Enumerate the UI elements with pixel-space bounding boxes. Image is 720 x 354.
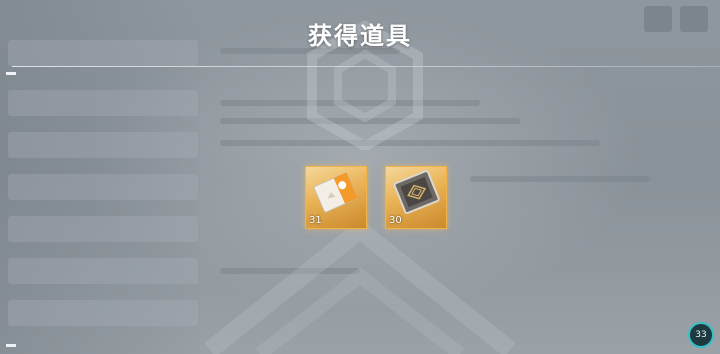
- silver-card-icon: [393, 170, 440, 215]
- left-marker: [6, 344, 16, 347]
- reward-item[interactable]: 31: [305, 166, 367, 229]
- background-row: [8, 132, 198, 158]
- background-row: [8, 258, 198, 284]
- background-row: [8, 300, 198, 326]
- gauge-value: 33: [695, 330, 707, 340]
- title-divider: [12, 66, 720, 67]
- hud-gauge: 33: [688, 322, 714, 348]
- background-chevron-shape: [204, 218, 516, 354]
- background-row: [8, 216, 198, 242]
- background-row: [8, 90, 198, 116]
- reward-item[interactable]: 30: [385, 166, 447, 229]
- background-text-line: [470, 176, 650, 182]
- background-list-panel: [0, 0, 200, 354]
- left-marker: [6, 72, 16, 75]
- item-count: 31: [309, 215, 322, 226]
- orange-ticket-icon: [313, 172, 358, 213]
- popup-title: 获得道具: [308, 22, 412, 50]
- item-count: 30: [389, 215, 402, 226]
- background-row: [8, 174, 198, 200]
